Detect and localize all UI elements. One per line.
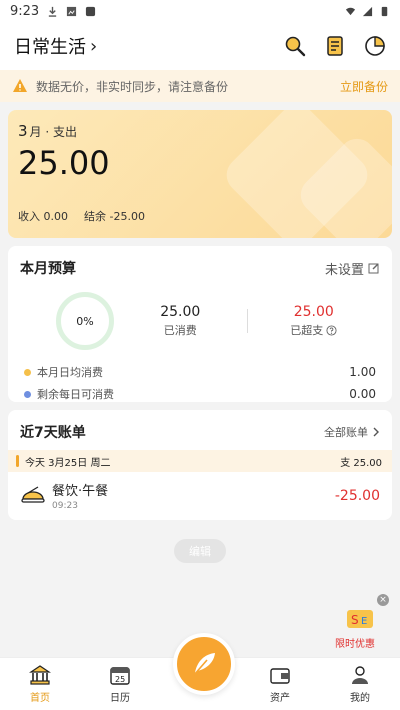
tab-label: 日历: [110, 693, 130, 704]
recent-bills-card: 近7天账单 全部账单 今天 3月25日 周二 支 25.00 餐饮·午餐 09:…: [8, 410, 392, 520]
promo-text: 限时优惠: [335, 639, 375, 650]
add-record-button[interactable]: [173, 633, 235, 695]
summary-expense-amount: 25.00: [18, 144, 110, 182]
chevron-right-icon: ›: [90, 35, 98, 57]
notice-message: 数据无价，非实时同步，请注意备份: [36, 79, 229, 94]
budget-percent: 0%: [76, 314, 94, 328]
wifi-icon: [345, 7, 356, 15]
spent-label: 已消费: [163, 324, 197, 337]
budget-title: 本月预算: [20, 261, 76, 277]
battery-icon: [381, 6, 388, 16]
income-value: 0.00: [43, 210, 69, 223]
stat-value: 1.00: [349, 365, 376, 379]
sale-icon: SE: [347, 610, 373, 628]
summary-month: 3: [18, 122, 28, 140]
status-time: 9:23: [10, 3, 40, 19]
all-bills-link[interactable]: 全部账单: [324, 424, 380, 440]
yellow-dot-icon: [24, 368, 31, 376]
day-marker: [16, 455, 19, 467]
budget-progress-ring: 0%: [56, 292, 114, 350]
stat-label: 剩余每日可消费: [37, 388, 114, 401]
wallet-icon: [270, 668, 290, 684]
svg-text:S: S: [351, 613, 359, 627]
day-header: 今天 3月25日 周二 支 25.00: [8, 450, 392, 472]
tab-label: 我的: [350, 693, 370, 704]
day-label: 今天 3月25日 周二: [25, 457, 111, 469]
summary-period: 3月 · 支出: [18, 122, 77, 140]
svg-text:E: E: [361, 616, 367, 627]
tab-profile[interactable]: 我的: [320, 658, 400, 710]
tab-label: 首页: [30, 693, 50, 704]
svg-text:25: 25: [115, 675, 125, 684]
recent-title: 近7天账单: [20, 425, 86, 441]
overspent-value: 25.00: [293, 304, 334, 320]
book-selector[interactable]: 日常生活 ›: [14, 33, 97, 59]
daily-average-row: 本月日均消费 1.00: [24, 364, 376, 380]
app-notification-icon: [86, 6, 96, 16]
tab-calendar[interactable]: 25 日历: [80, 658, 160, 710]
edit-icon: [368, 263, 379, 274]
tab-label: 资产: [270, 693, 290, 704]
budget-card: 本月预算 未设置 0% 25.00 已消费 25.00 已超支 本月日均消费 1…: [8, 246, 392, 402]
promo-badge[interactable]: × SE 限时优惠: [333, 594, 393, 650]
food-icon: [21, 485, 45, 503]
tab-home[interactable]: 首页: [0, 658, 80, 710]
stat-value: 0.00: [349, 387, 376, 401]
tab-assets[interactable]: 资产: [240, 658, 320, 710]
remaining-daily-row: 剩余每日可消费 0.00: [24, 386, 376, 402]
transaction-time: 09:23: [52, 501, 78, 511]
spent-column: 25.00 已消费: [114, 304, 247, 338]
feather-icon: [193, 653, 215, 676]
budget-set-label: 未设置: [324, 262, 364, 278]
help-icon[interactable]: [326, 324, 337, 336]
overspent-column: 25.00 已超支: [248, 304, 381, 338]
warning-icon: [13, 79, 27, 92]
book-title: 日常生活: [14, 37, 86, 58]
signal-icon: [362, 6, 373, 16]
monthly-summary-card[interactable]: 3月 · 支出 25.00 收入 0.00 结余 -25.00: [8, 110, 392, 238]
all-bills-label: 全部账单: [324, 426, 368, 439]
day-summary: 支 25.00: [340, 457, 382, 469]
balance-value: -25.00: [109, 210, 145, 223]
spent-value: 25.00: [160, 304, 201, 320]
summary-month-suffix: 月 · 支出: [29, 125, 77, 139]
download-icon: [49, 6, 57, 17]
image-notification-icon: [67, 6, 77, 16]
summary-footer: 收入 0.00 结余 -25.00: [18, 208, 145, 224]
status-bar: 9:23: [0, 0, 400, 22]
transaction-name: 餐饮·午餐: [52, 484, 109, 499]
chart-button[interactable]: [362, 33, 388, 59]
blue-dot-icon: [24, 390, 31, 398]
ledger-button[interactable]: [322, 33, 348, 59]
backup-now-link[interactable]: 立即备份: [340, 78, 388, 95]
stat-label: 本月日均消费: [37, 366, 103, 379]
income-label: 收入: [18, 210, 40, 223]
person-icon: [352, 666, 368, 684]
search-icon: [285, 36, 306, 57]
scroll-icon: [327, 36, 343, 56]
transaction-row[interactable]: 餐饮·午餐 09:23 -25.00: [8, 472, 392, 519]
edit-button[interactable]: 编辑: [174, 539, 226, 563]
budget-set-button[interactable]: 未设置: [325, 259, 380, 278]
backup-notice: 数据无价，非实时同步，请注意备份 立即备份: [0, 70, 400, 102]
app-header: 日常生活 ›: [0, 22, 400, 70]
bank-icon: [29, 665, 51, 685]
search-button[interactable]: [282, 33, 308, 59]
chevron-right-icon: [373, 427, 379, 437]
transaction-amount: -25.00: [334, 487, 380, 504]
balance-label: 结余: [84, 210, 106, 223]
pie-chart-icon: [365, 36, 385, 56]
overspent-label: 已超支: [290, 324, 324, 337]
calendar-icon: 25: [110, 667, 130, 685]
